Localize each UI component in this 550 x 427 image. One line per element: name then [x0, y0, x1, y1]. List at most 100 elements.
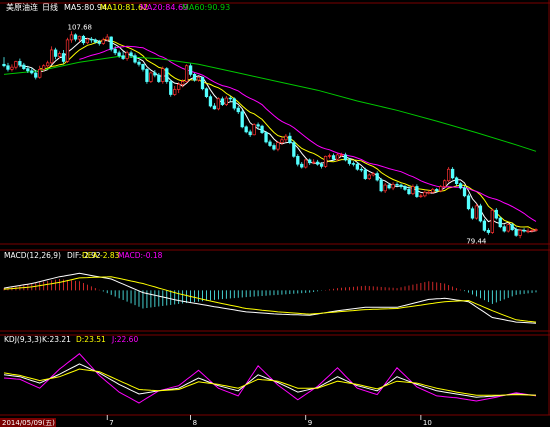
candle-body-down [228, 97, 232, 100]
candle-body-down [260, 125, 264, 133]
candle [109, 36, 113, 52]
candle [65, 37, 70, 63]
candle-body-down [264, 132, 268, 143]
candle-body-up [177, 84, 181, 90]
candle [474, 203, 479, 220]
candle-body-up [149, 72, 153, 82]
candle-body-up [77, 35, 82, 40]
candle-body-down [494, 209, 498, 219]
candle [268, 139, 272, 147]
candle [466, 193, 471, 211]
candle [141, 63, 145, 72]
candle-body-up [443, 180, 447, 187]
candle-body-down [331, 155, 336, 160]
candle-body-down [2, 63, 6, 67]
candle-body-up [518, 229, 522, 236]
candle [165, 67, 169, 84]
candle-body-up [490, 209, 494, 233]
candle-body-down [157, 74, 161, 82]
candle [308, 158, 312, 165]
candle [192, 72, 197, 82]
kdj-panel [3, 353, 537, 404]
candle-body-down [244, 126, 248, 133]
date-axis: 7 8 9 10 [106, 415, 432, 427]
candle-body-up [252, 124, 256, 136]
candle-body-down [355, 163, 359, 170]
candle-body-down [498, 217, 502, 228]
candle [145, 67, 149, 84]
candle [423, 190, 427, 198]
candle [502, 224, 506, 233]
candle-body-down [272, 145, 276, 150]
date-tick-label: 7 [109, 419, 113, 427]
candle-body-down [169, 81, 173, 95]
candle-body-down [89, 38, 93, 41]
candle-body-down [363, 169, 367, 179]
macd-value-label: MACD:-0.18 [118, 251, 163, 260]
ma5-line [19, 37, 537, 233]
candle-body-down [93, 39, 97, 43]
candle-body-down [522, 229, 526, 232]
candle [506, 223, 510, 233]
candle [240, 109, 244, 129]
candle [363, 167, 367, 181]
candle [248, 129, 252, 137]
macd-panel [3, 272, 537, 324]
candle [137, 60, 141, 67]
candle-body-down [34, 72, 38, 78]
candle [169, 79, 173, 97]
candle-body-up [49, 49, 54, 64]
candle-body-up [327, 155, 332, 157]
macd-dea-label: DEA:-2.83 [82, 251, 120, 260]
candle [458, 182, 463, 190]
candle [292, 140, 296, 158]
candle [264, 131, 268, 144]
candle [89, 37, 93, 43]
kdj-j-label: J:22.60 [111, 335, 138, 344]
candle-body-up [383, 184, 387, 192]
candle-body-down [204, 88, 209, 98]
candle-body-down [454, 177, 459, 184]
candle-body-up [391, 183, 395, 189]
candle-body-down [137, 61, 141, 65]
candle-body-down [458, 183, 463, 189]
candle [244, 125, 248, 134]
candle-body-up [447, 168, 451, 182]
candle [173, 85, 177, 96]
candle [522, 228, 526, 233]
candle-body-down [450, 168, 455, 179]
candle [327, 153, 332, 159]
candle [236, 106, 240, 114]
candle [101, 37, 105, 45]
kdj-title: KDJ(9,3,3) [4, 335, 42, 344]
candle [212, 103, 217, 110]
candle-body-down [403, 186, 407, 190]
candle [399, 183, 403, 189]
candle [447, 167, 451, 183]
candle-body-down [375, 173, 379, 181]
candle [10, 64, 14, 72]
candle-body-down [387, 184, 391, 189]
candle [220, 96, 225, 106]
candle-body-up [184, 65, 189, 82]
candle-body-down [478, 205, 483, 222]
candle-body-up [323, 155, 328, 167]
candle-body-up [335, 154, 340, 160]
candle-body-up [196, 76, 201, 81]
candle-body-up [431, 189, 435, 193]
candle-body-up [423, 191, 427, 197]
candle-body-down [192, 74, 197, 81]
candle [157, 72, 161, 83]
candle-body-down [319, 163, 324, 167]
candle-body-up [419, 195, 423, 197]
candle [276, 141, 280, 152]
candle [300, 162, 304, 169]
candle-body-down [248, 131, 252, 136]
candle [46, 60, 50, 68]
candle [375, 171, 379, 182]
candle-body-down [165, 68, 169, 82]
ma20-label: MA20:84.69 [140, 3, 188, 12]
candle [323, 155, 328, 168]
candle-body-down [308, 159, 312, 164]
candle-body-up [284, 135, 288, 141]
